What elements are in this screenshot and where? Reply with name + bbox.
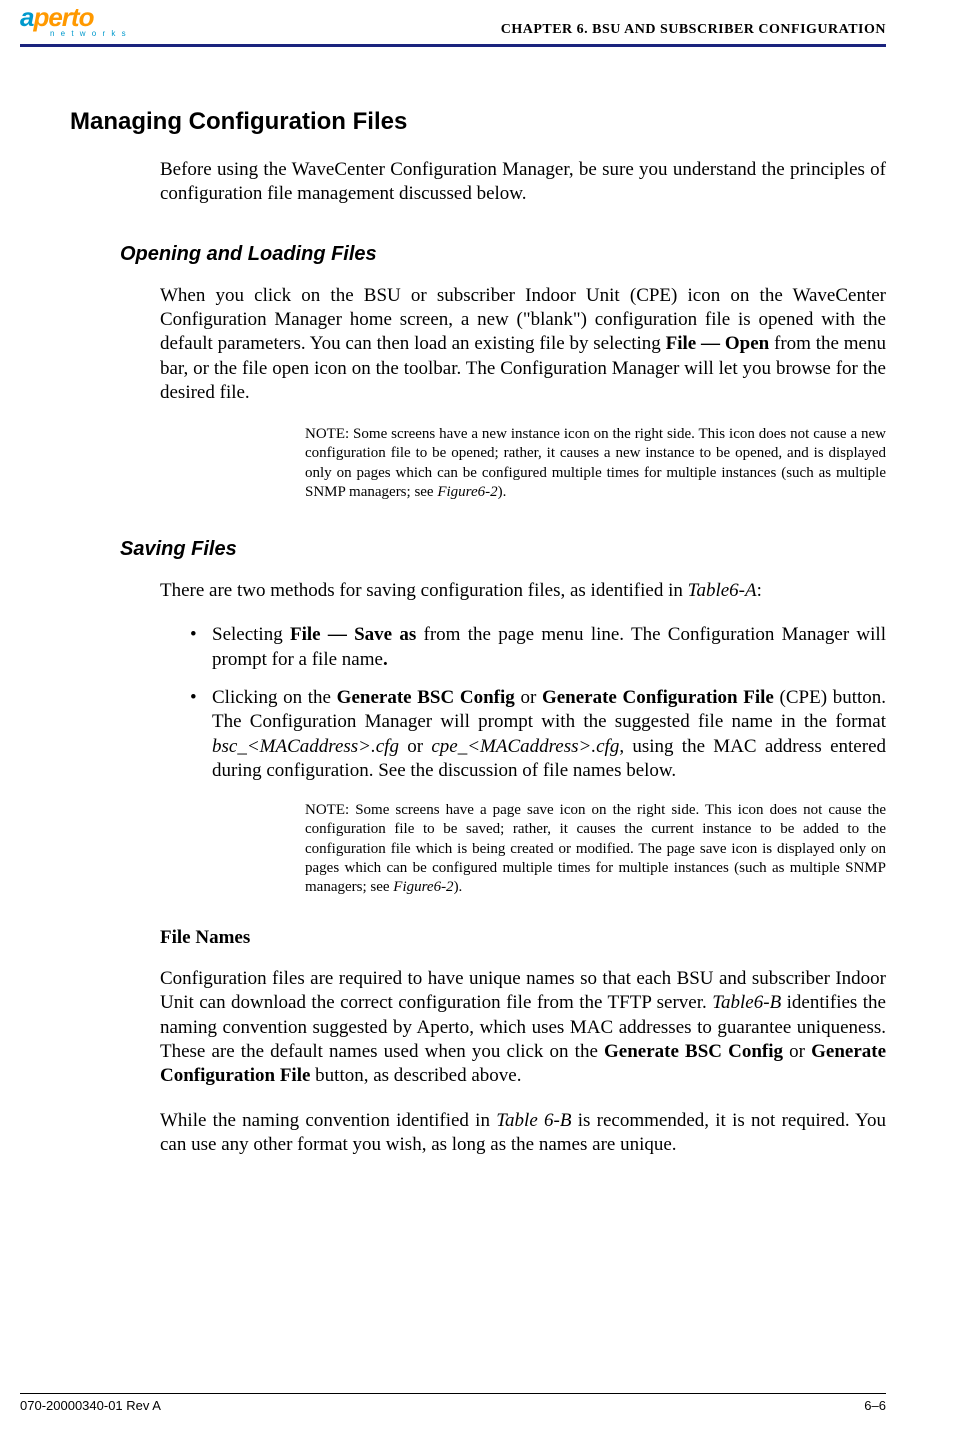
logo-rest: perto xyxy=(33,2,93,32)
bold-file-open: File — Open xyxy=(666,333,770,354)
filenames-p1: Configuration files are required to have… xyxy=(160,967,886,1089)
footer-doc-id: 070-20000340-01 Rev A xyxy=(20,1398,161,1413)
text: Clicking on the xyxy=(212,687,337,708)
heading-saving-files: Saving Files xyxy=(120,538,886,561)
list-item: Clicking on the Generate BSC Config or G… xyxy=(190,686,886,783)
page-header: aperto n e t w o r k s CHAPTER 6. BSU AN… xyxy=(70,0,886,48)
footer-rule xyxy=(20,1393,886,1394)
text: ). xyxy=(498,484,507,500)
bold-gen-bsc: Generate BSC Config xyxy=(604,1041,783,1062)
heading-managing-config-files: Managing Configuration Files xyxy=(70,108,886,136)
footer-page-number: 6–6 xyxy=(864,1398,886,1413)
list-item: Selecting File — Save as from the page m… xyxy=(190,623,886,672)
page-footer: 070-20000340-01 Rev A 6–6 xyxy=(20,1393,886,1413)
text: or xyxy=(783,1041,811,1062)
header-rule xyxy=(20,44,886,47)
text: While the naming convention identified i… xyxy=(160,1110,496,1131)
heading-file-names: File Names xyxy=(160,927,886,949)
ref-figure: Figure6-2 xyxy=(437,484,497,500)
bold-gen-bsc: Generate BSC Config xyxy=(337,687,515,708)
ref-table-a: Table6-A xyxy=(688,580,757,601)
bold-period: . xyxy=(383,649,388,670)
text: or xyxy=(399,736,431,757)
text: There are two methods for saving configu… xyxy=(160,580,688,601)
text: NOTE: Some screens have a new instance i… xyxy=(305,426,886,500)
italic-bsc-filename: bsc_<MACaddress>.cfg xyxy=(212,736,399,757)
logo: aperto n e t w o r k s xyxy=(20,2,128,38)
chapter-label: CHAPTER 6. BSU AND SUBSCRIBER CONFIGURAT… xyxy=(501,22,886,38)
ref-table-b: Table 6-B xyxy=(496,1110,571,1131)
text: ). xyxy=(454,879,463,895)
note-saving: NOTE: Some screens have a page save icon… xyxy=(305,801,886,897)
note-opening: NOTE: Some screens have a new instance i… xyxy=(305,425,886,502)
text: Selecting xyxy=(212,624,290,645)
bold-gen-config-file: Generate Configuration File xyxy=(542,687,774,708)
intro-paragraph: Before using the WaveCenter Configuratio… xyxy=(160,158,886,207)
filenames-p2: While the naming convention identified i… xyxy=(160,1109,886,1158)
text: button, as described above. xyxy=(310,1065,521,1086)
content: Managing Configuration Files Before usin… xyxy=(70,48,886,1157)
saving-intro: There are two methods for saving configu… xyxy=(160,579,886,603)
ref-figure: Figure6-2 xyxy=(393,879,453,895)
opening-paragraph: When you click on the BSU or subscriber … xyxy=(160,284,886,406)
page: aperto n e t w o r k s CHAPTER 6. BSU AN… xyxy=(0,0,956,1443)
text: or xyxy=(515,687,542,708)
logo-letter-a: a xyxy=(20,2,33,32)
italic-cpe-filename: cpe_<MACaddress>.cfg xyxy=(431,736,619,757)
ref-table-b: Table6-B xyxy=(712,992,781,1013)
footer-row: 070-20000340-01 Rev A 6–6 xyxy=(20,1398,886,1413)
heading-opening-loading: Opening and Loading Files xyxy=(120,243,886,266)
text: : xyxy=(757,580,762,601)
bold-file-save-as: File — Save as xyxy=(290,624,416,645)
saving-methods-list: Selecting File — Save as from the page m… xyxy=(190,623,886,783)
